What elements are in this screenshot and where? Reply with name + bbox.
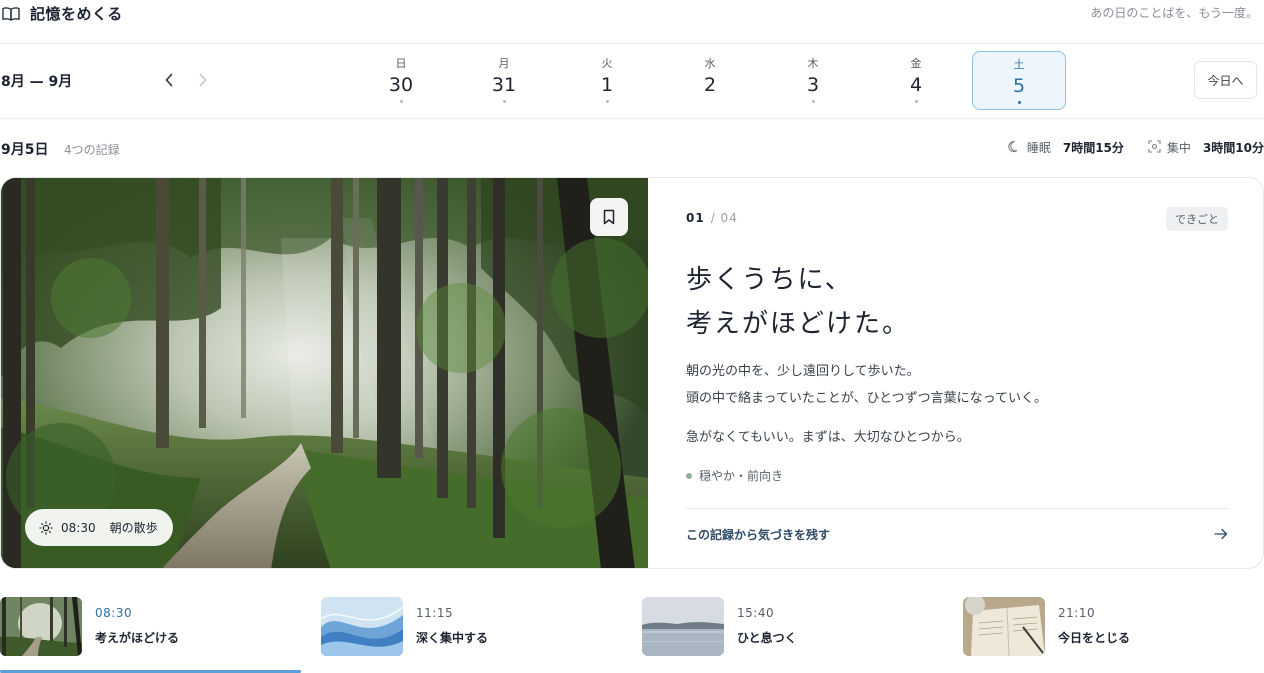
entry-index: 01 <box>686 211 705 225</box>
day-cell-sun[interactable]: 日 30 <box>354 51 448 110</box>
body-line-2: 頭の中で絡まっていたことが、ひとつずつ言葉になっていく。 <box>686 391 1048 406</box>
entry-timeline: 08:30 考えがほどける 11:15 深く集中する 15:40 ひと息つく 2… <box>0 597 1264 673</box>
app-title: 記憶をめくる <box>30 5 123 23</box>
entry-dot <box>502 100 506 103</box>
entry-caption: 朝の散歩 <box>109 521 158 535</box>
day-stats: 睡眠 7時間15分 集中 3時間10分 <box>1008 139 1264 156</box>
day-number: 5 <box>1012 75 1026 97</box>
timeline-time: 11:15 <box>416 606 454 620</box>
timeline-item-focus[interactable]: 11:15 深く集中する <box>321 597 621 657</box>
entry-dot <box>914 100 918 103</box>
week-navigator: 8月 — 9月 日 30 月 31 火 1 水 2 木 3 金 4 土 5 今日… <box>0 44 1264 119</box>
bookmark-icon <box>603 209 615 225</box>
timeline-title: 今日をとじる <box>1058 631 1131 645</box>
day-number: 31 <box>491 74 517 96</box>
headline-line-1: 歩くうちに、 <box>686 265 853 295</box>
day-of-week: 水 <box>704 57 716 70</box>
thumbnail-lake <box>642 597 724 656</box>
chevron-right-icon <box>198 72 208 91</box>
timeline-title: 考えがほどける <box>95 631 180 645</box>
entry-total: / 04 <box>710 211 738 225</box>
entry-headline: 歩くうちに、 考えがほどけた。 <box>686 258 910 346</box>
timeline-time: 15:40 <box>737 606 775 620</box>
chevron-left-icon <box>164 72 174 91</box>
add-insight-label: この記録から気づきを残す <box>686 527 831 542</box>
thumbnail-blue-waves <box>321 597 403 656</box>
day-cell-thu[interactable]: 木 3 <box>766 51 860 110</box>
entry-content: 01 / 04 できごと 歩くうちに、 考えがほどけた。 朝の光の中を、少し遠回り… <box>686 178 1228 568</box>
day-of-week: 火 <box>601 57 613 70</box>
focus-icon <box>1148 139 1161 156</box>
day-cell-mon[interactable]: 月 31 <box>457 51 551 110</box>
add-insight-link[interactable]: この記録から気づきを残す <box>686 509 1228 559</box>
day-number: 1 <box>600 74 614 96</box>
moon-icon <box>1008 140 1021 156</box>
sun-icon <box>39 520 53 535</box>
category-tag: できごと <box>1166 207 1228 231</box>
mood-indicator: 穏やか・前向き <box>686 467 783 484</box>
day-cell-wed[interactable]: 水 2 <box>663 51 757 110</box>
day-number: 4 <box>909 74 923 96</box>
entry-card: 08:30 朝の散歩 01 / 04 できごと 歩くうちに、 考えがほどけた。 朝… <box>0 177 1264 569</box>
timeline-item-close-day[interactable]: 21:10 今日をとじる <box>963 597 1263 657</box>
body-line-3: 急がなくてもいい。まずは、大切なひとつから。 <box>686 430 970 445</box>
day-of-week: 木 <box>807 57 819 70</box>
headline-line-2: 考えがほどけた。 <box>686 309 911 339</box>
timeline-title: ひと息つく <box>737 631 797 645</box>
day-of-week: 日 <box>395 57 407 70</box>
timeline-item-walk[interactable]: 08:30 考えがほどける <box>0 597 300 657</box>
sleep-value: 7時間15分 <box>1062 141 1124 155</box>
focus-label: 集中 <box>1166 141 1191 155</box>
selected-date: 9月5日 <box>1 142 49 158</box>
entry-dot <box>605 100 609 103</box>
entry-body: 朝の光の中を、少し遠回りして歩いた。 頭の中で絡まっていたことが、ひとつずつ言葉… <box>686 358 1047 451</box>
thumbnail-forest <box>0 597 82 656</box>
timeline-time: 08:30 <box>95 606 133 620</box>
next-week-button[interactable] <box>192 70 214 92</box>
today-button[interactable]: 今日へ <box>1194 61 1257 99</box>
day-cell-sat-selected[interactable]: 土 5 <box>972 51 1066 110</box>
brand: 記憶をめくる <box>2 3 123 24</box>
day-cell-fri[interactable]: 金 4 <box>869 51 963 110</box>
bookmark-button[interactable] <box>590 198 628 236</box>
tagline: あの日のことばを、もう一度。 <box>1090 6 1258 20</box>
day-of-week: 土 <box>1013 58 1025 71</box>
entry-photo-forest: 08:30 朝の散歩 <box>1 178 648 568</box>
day-of-week: 月 <box>498 57 510 70</box>
focus-stat: 集中 3時間10分 <box>1148 139 1264 156</box>
previous-week-button[interactable] <box>158 70 180 92</box>
timeline-item-break[interactable]: 15:40 ひと息つく <box>642 597 942 657</box>
entry-time: 08:30 <box>61 520 96 535</box>
day-number: 3 <box>806 74 820 96</box>
entry-time-pill: 08:30 朝の散歩 <box>25 509 173 546</box>
open-book-icon <box>2 6 20 22</box>
entry-dot <box>399 100 403 103</box>
day-summary: 9月5日 4つの記録 睡眠 7時間15分 集中 3時間10分 <box>0 119 1264 177</box>
entry-dot <box>1017 101 1021 104</box>
app-header: 記憶をめくる あの日のことばを、もう一度。 <box>0 0 1264 44</box>
arrow-right-icon <box>1214 525 1228 544</box>
mood-label: 穏やか・前向き <box>699 469 784 483</box>
body-line-1: 朝の光の中を、少し遠回りして歩いた。 <box>686 364 920 379</box>
thumbnail-notebook <box>963 597 1045 656</box>
timeline-time: 21:10 <box>1058 606 1096 620</box>
day-number: 30 <box>388 74 414 96</box>
day-number: 2 <box>703 74 717 96</box>
mood-dot <box>686 472 692 479</box>
sleep-label: 睡眠 <box>1026 141 1051 155</box>
focus-value: 3時間10分 <box>1202 141 1264 155</box>
sleep-stat: 睡眠 7時間15分 <box>1008 139 1124 156</box>
day-of-week: 金 <box>910 57 922 70</box>
entry-count: 4つの記録 <box>64 143 120 157</box>
entry-dot <box>811 100 815 103</box>
month-range: 8月 — 9月 <box>1 74 73 90</box>
entry-counter: 01 / 04 <box>686 211 738 225</box>
timeline-title: 深く集中する <box>416 631 489 645</box>
day-cell-tue[interactable]: 火 1 <box>560 51 654 110</box>
